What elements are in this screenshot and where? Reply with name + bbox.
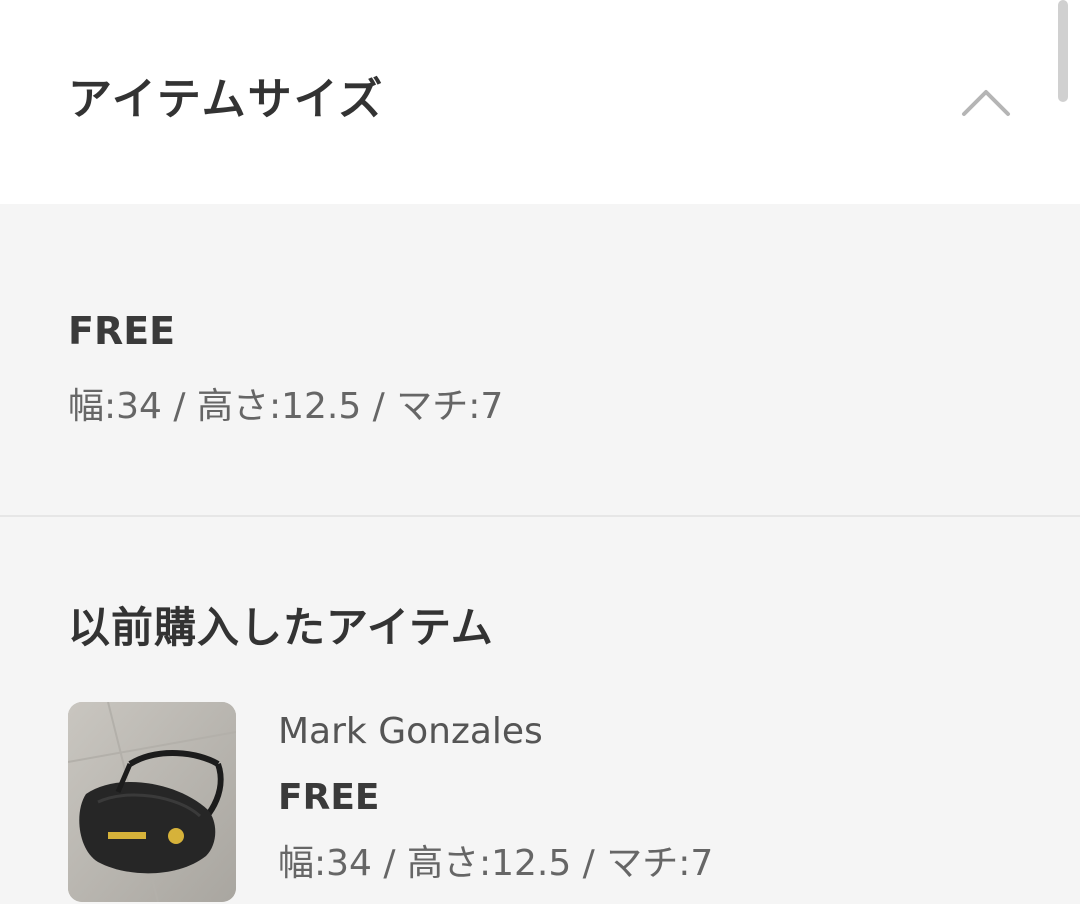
section-title: アイテムサイズ bbox=[68, 74, 385, 125]
item-size: FREE bbox=[278, 777, 380, 818]
chevron-up-icon[interactable] bbox=[956, 78, 1016, 128]
size-name: FREE bbox=[68, 309, 176, 353]
divider bbox=[0, 515, 1080, 517]
previous-item[interactable]: Mark Gonzales FREE 幅:34 / 高さ:12.5 / マチ:7 bbox=[68, 702, 1008, 904]
item-size-header[interactable]: アイテムサイズ bbox=[0, 0, 1080, 204]
item-dimensions: 幅:34 / 高さ:12.5 / マチ:7 bbox=[278, 843, 714, 884]
scrollbar-thumb[interactable] bbox=[1058, 0, 1068, 102]
item-brand: Mark Gonzales bbox=[278, 711, 543, 752]
item-size-panel: アイテムサイズ FREE 幅:34 / 高さ:12.5 / マチ:7 以前購入し… bbox=[0, 0, 1080, 904]
waist-bag-photo bbox=[68, 702, 236, 902]
size-dimensions: 幅:34 / 高さ:12.5 / マチ:7 bbox=[68, 386, 504, 427]
size-info: FREE 幅:34 / 高さ:12.5 / マチ:7 bbox=[0, 204, 1080, 516]
previous-purchases-title: 以前購入したアイテム bbox=[68, 603, 494, 652]
